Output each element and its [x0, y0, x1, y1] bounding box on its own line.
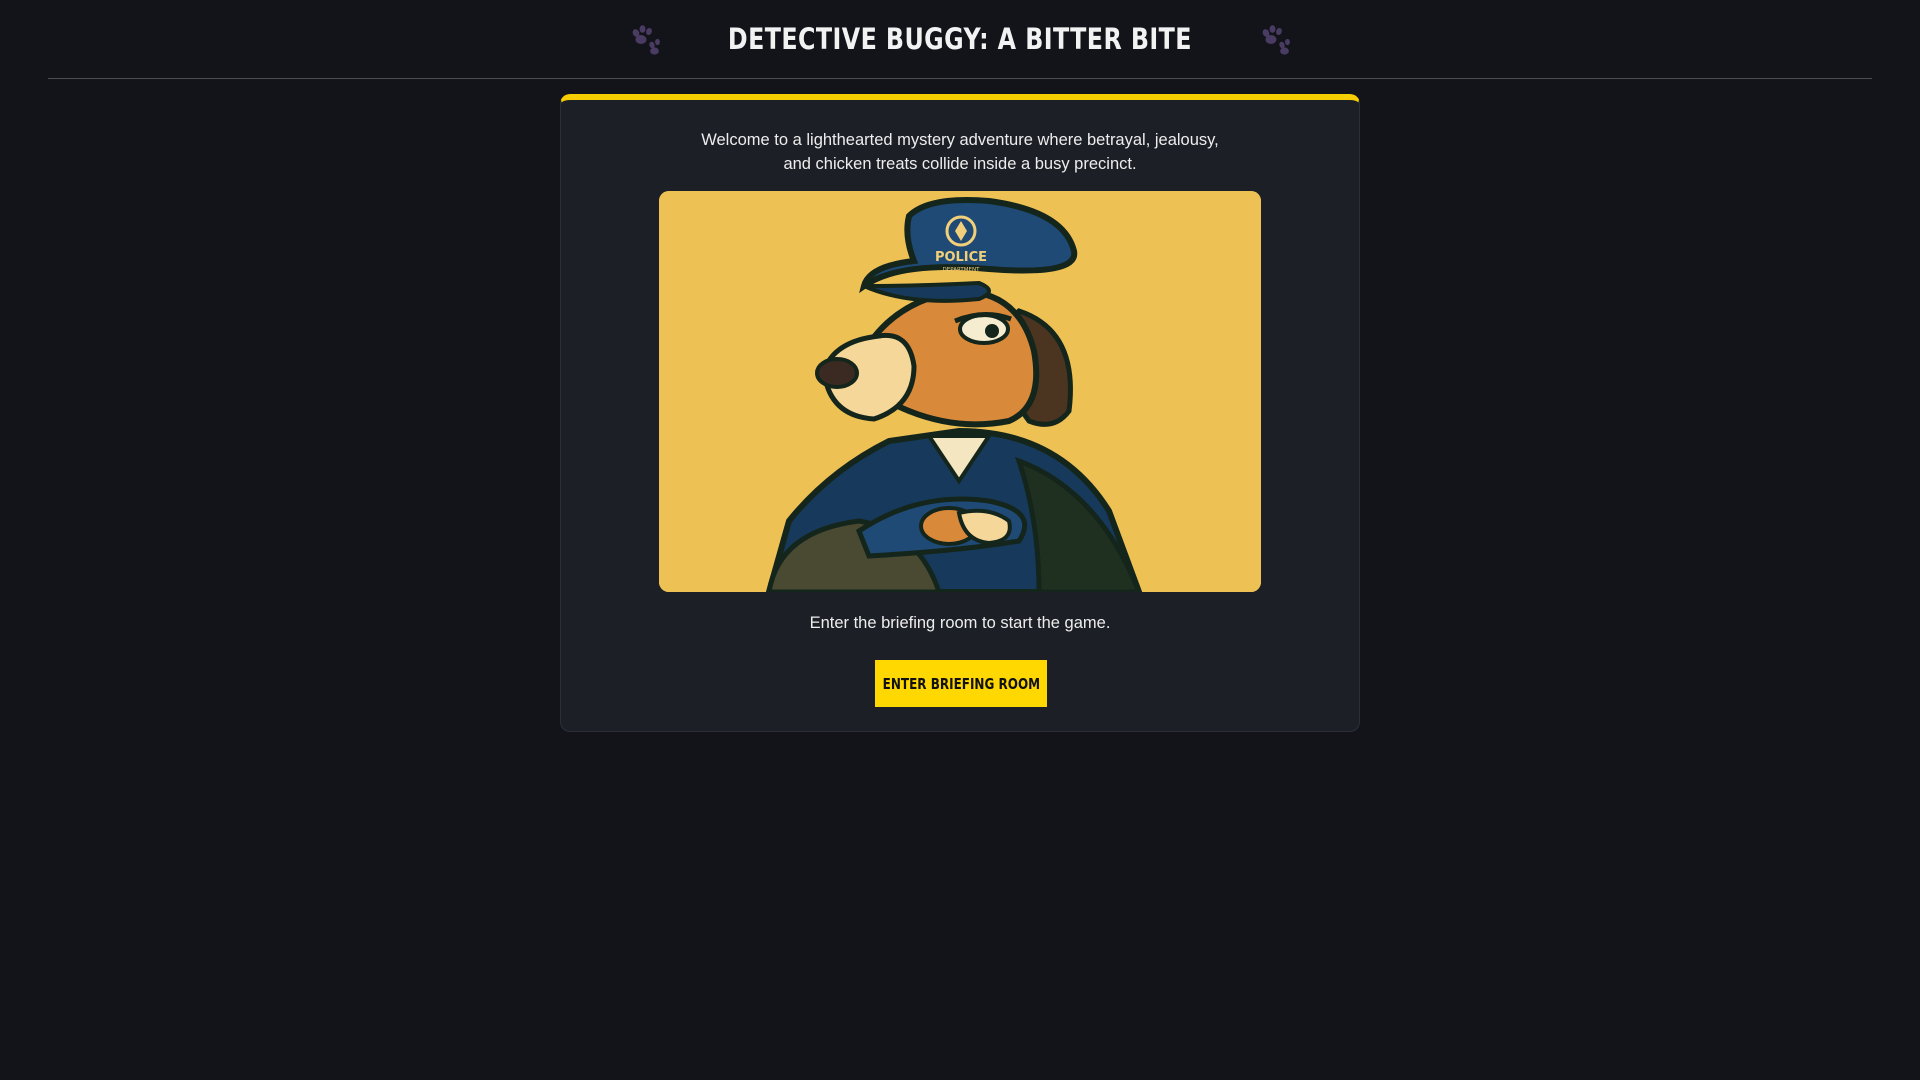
page-title: Detective Buggy: A Bitter Bite	[727, 22, 1192, 56]
intro-line-1: Welcome to a lighthearted mystery advent…	[701, 131, 1219, 149]
enter-briefing-room-label: Enter Briefing Room	[882, 674, 1040, 693]
cap-text: POLICE	[935, 250, 987, 265]
beagle-police-illustration: POLICE DEPARTMENT	[659, 191, 1261, 592]
welcome-card: Welcome to a lighthearted mystery advent…	[560, 94, 1360, 732]
intro-text: Welcome to a lighthearted mystery advent…	[561, 128, 1359, 176]
header: Detective Buggy: A Bitter Bite	[48, 0, 1872, 79]
paw-icon	[1257, 21, 1293, 57]
intro-line-2: and chicken treats collide inside a busy…	[783, 155, 1137, 173]
paw-icon	[627, 21, 663, 57]
cap-subtext: DEPARTMENT	[943, 267, 981, 273]
enter-briefing-room-button[interactable]: Enter Briefing Room	[875, 660, 1047, 707]
cta-instruction: Enter the briefing room to start the gam…	[809, 614, 1111, 632]
